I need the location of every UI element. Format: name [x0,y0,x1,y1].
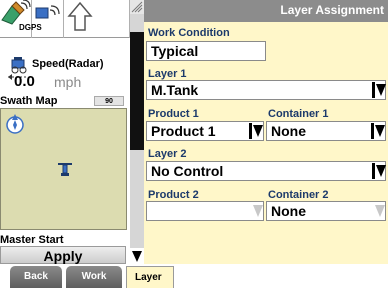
speed-readout: Speed(Radar) 0.0 mph [0,55,128,93]
swath-map-zoom[interactable]: 90 [94,96,124,106]
scroll-down-button[interactable] [130,248,144,264]
tab-layer[interactable]: Layer [126,266,174,288]
product-1-value: Product 1 [151,123,216,139]
product-2-label: Product 2 [148,189,199,201]
container-2-value: None [271,203,306,219]
dropdown-divider [372,82,375,98]
speed-value: 0.0 [14,73,35,90]
dropdown-arrow-icon [375,205,385,217]
resize-grip-icon [131,1,143,13]
layer-1-label: Layer 1 [148,68,187,80]
container-1-value: None [271,123,306,139]
product-1-dropdown[interactable]: Product 1 [146,121,264,141]
apply-button[interactable]: Apply [0,246,126,264]
scrollbar-grip[interactable] [130,0,144,14]
title-bar: Layer Assignment [144,0,388,22]
work-condition-label: Work Condition [148,27,230,39]
antenna-signal-icon [35,5,60,19]
scrollbar-thumb[interactable] [130,32,144,150]
product-2-dropdown[interactable] [146,201,264,221]
container-1-dropdown[interactable]: None [266,121,386,141]
swath-map[interactable] [0,108,127,230]
arrow-down-icon [132,251,142,262]
container-2-dropdown[interactable]: None [266,201,386,221]
dropdown-arrow-icon [375,125,385,137]
dropdown-divider [372,163,375,179]
work-condition-field[interactable]: Typical [146,41,266,61]
status-icon-row: DGPS [0,0,130,38]
layer-2-label: Layer 2 [148,148,187,160]
layer-assignment-panel: Layer Assignment Work Condition Typical … [144,0,388,264]
scrollbar[interactable] [130,0,144,264]
page-title: Layer Assignment [280,3,384,17]
gnss-status[interactable] [32,0,64,38]
compass-icon [6,114,24,134]
layer-2-value: No Control [151,163,224,179]
master-start-label: Master Start [0,234,64,246]
container-2-label: Container 2 [268,189,329,201]
dropdown-arrow-icon [253,205,263,217]
speed-unit: mph [54,74,82,90]
arrow-up-icon [67,1,93,31]
vehicle-icon [58,163,72,176]
layer-1-value: M.Tank [151,82,199,98]
dropdown-arrow-icon [376,165,386,177]
speed-label: Speed(Radar) [32,58,104,70]
layer-2-dropdown[interactable]: No Control [146,161,386,181]
tab-work[interactable]: Work [66,266,122,288]
dgps-status[interactable]: DGPS [0,0,42,38]
layer-1-dropdown[interactable]: M.Tank [146,80,386,100]
dropdown-divider [371,123,374,139]
navigation-status[interactable] [64,0,130,38]
dropdown-divider [249,123,252,139]
tab-back[interactable]: Back [10,266,62,288]
tab-bar: Back Work Layer [0,264,388,288]
status-panel: DGPS Speed(Radar) 0.0 mph Swath Map 90 M… [0,0,130,264]
dropdown-arrow-icon [253,125,263,137]
dropdown-arrow-icon [376,84,386,96]
swath-map-title: Swath Map [0,95,58,107]
product-1-label: Product 1 [148,108,199,120]
container-1-label: Container 1 [268,108,329,120]
